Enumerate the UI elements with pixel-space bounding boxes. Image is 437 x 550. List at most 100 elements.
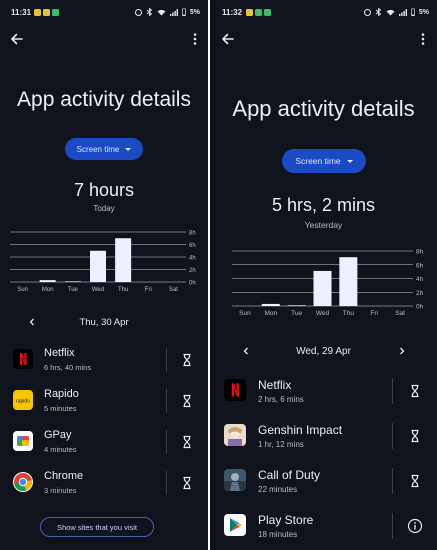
netflix-icon (224, 379, 246, 401)
x-tick-label: Tue (291, 310, 302, 317)
y-tick-label: 6h (416, 262, 424, 269)
y-tick-label: 0h (416, 304, 424, 311)
phone-screen-right: 11:32 5% App activity details Screen tim… (210, 0, 437, 550)
usage-chart: 0h 2h 4h 6h 8h Sun Mon Tue Wed Thu Fri Sat (232, 249, 424, 317)
divider (392, 423, 393, 449)
app-timer-icon[interactable] (408, 384, 422, 398)
app-bar (0, 28, 208, 52)
divider (166, 389, 167, 413)
wifi-icon (386, 9, 395, 15)
battery-percent: 5% (189, 8, 200, 16)
chevron-right-icon[interactable] (397, 346, 407, 356)
play-store-icon (224, 514, 246, 536)
notification-icons (34, 9, 59, 16)
status-bar: 11:32 5% (210, 0, 437, 26)
divider (166, 430, 167, 454)
chart-bar (287, 305, 306, 306)
app-time: 4 minutes (44, 445, 77, 454)
app-timer-icon[interactable] (180, 353, 194, 367)
system-icons: 5% (363, 8, 429, 16)
back-arrow-icon[interactable] (219, 30, 237, 48)
data-saver-icon (363, 8, 371, 16)
x-tick-label: Fri (145, 287, 152, 293)
app-name: Netflix (44, 347, 75, 359)
screen-time-dropdown[interactable]: Screen time (65, 138, 143, 160)
show-sites-button[interactable]: Show sites that you visit (40, 517, 154, 537)
app-timer-icon[interactable] (180, 476, 194, 490)
app-timer-icon[interactable] (180, 394, 194, 408)
app-time: 22 minutes (258, 485, 298, 494)
screen-time-dropdown[interactable]: Screen time (282, 149, 366, 173)
divider (392, 468, 393, 494)
page-title: App activity details (17, 88, 191, 111)
app-name: Rapido (44, 388, 79, 400)
app-time: 6 hrs, 40 mins (44, 363, 92, 372)
app-time: 18 minutes (258, 530, 298, 539)
app-bar (210, 28, 437, 52)
notification-icon (52, 9, 59, 16)
more-options-icon[interactable] (192, 32, 198, 46)
app-timer-icon[interactable] (408, 474, 422, 488)
app-usage-row[interactable]: Netflix 2 hrs, 6 mins (210, 369, 437, 413)
y-tick-label: 0h (189, 281, 196, 287)
x-tick-label: Thu (118, 287, 128, 293)
divider (392, 378, 393, 404)
app-usage-row[interactable]: Play Store 18 minutes (210, 504, 437, 548)
phone-screen-left: 11:31 5% App activity details Screen tim… (0, 0, 208, 550)
x-tick-label: Sun (17, 287, 28, 293)
chart-bar (39, 280, 56, 282)
chart-bar (313, 270, 332, 306)
y-tick-label: 4h (416, 276, 424, 283)
selected-date: Thu, 30 Apr (79, 317, 129, 328)
chart-bar (90, 250, 106, 282)
app-name: Call of Duty (258, 468, 321, 482)
system-icons: 5% (134, 8, 200, 16)
status-time: 11:31 (11, 8, 32, 17)
y-tick-label: 4h (189, 256, 196, 262)
app-usage-row[interactable]: Chrome 3 minutes (0, 463, 208, 503)
app-usage-row[interactable]: Netflix 6 hrs, 40 mins (0, 340, 208, 380)
app-name: Netflix (258, 378, 292, 392)
y-tick-label: 8h (189, 231, 196, 237)
svg-text:rapido: rapido (16, 399, 30, 405)
app-name: Chrome (44, 470, 84, 482)
notification-icon (255, 9, 262, 16)
status-bar: 11:31 5% (0, 0, 208, 26)
app-name: Genshin Impact (258, 423, 343, 437)
x-tick-label: Mon (42, 287, 54, 293)
divider (166, 348, 167, 372)
notification-icon (34, 9, 41, 16)
status-time: 11:32 (222, 8, 243, 17)
date-navigator: Wed, 29 Apr (210, 343, 437, 361)
period-label: Yesterday (304, 220, 343, 230)
chart-bar (64, 281, 81, 282)
netflix-icon (13, 349, 33, 369)
x-tick-label: Wed (316, 310, 330, 317)
app-usage-row[interactable]: Genshin Impact 1 hr, 12 mins (210, 414, 437, 458)
x-tick-label: Wed (92, 287, 104, 293)
notification-icon (246, 9, 253, 16)
app-timer-icon[interactable] (408, 429, 422, 443)
app-usage-row[interactable]: rapido Rapido 5 minutes (0, 381, 208, 421)
signal-icon (398, 8, 407, 16)
x-tick-label: Sat (395, 310, 405, 317)
more-options-icon[interactable] (420, 32, 426, 46)
app-time: 5 minutes (44, 404, 77, 413)
battery-percent: 5% (418, 8, 429, 16)
app-usage-row[interactable]: Call of Duty 22 minutes (210, 459, 437, 503)
genshin-impact-icon (224, 424, 246, 446)
app-usage-row[interactable]: GPay 4 minutes (0, 422, 208, 462)
usage-chart: 0h 2h 4h 6h 8h Sun Mon Tue Wed Thu Fri Sat (10, 231, 196, 293)
y-tick-label: 2h (189, 268, 196, 274)
x-tick-label: Thu (343, 310, 355, 317)
app-timer-icon[interactable] (180, 435, 194, 449)
back-arrow-icon[interactable] (8, 30, 26, 48)
app-time: 3 minutes (44, 486, 77, 495)
period-label: Today (93, 204, 115, 213)
data-saver-icon (134, 8, 142, 16)
chart-bar (261, 303, 280, 306)
battery-icon (181, 8, 186, 16)
app-name: Play Store (258, 513, 314, 527)
info-icon[interactable] (407, 518, 423, 534)
divider (166, 471, 167, 495)
